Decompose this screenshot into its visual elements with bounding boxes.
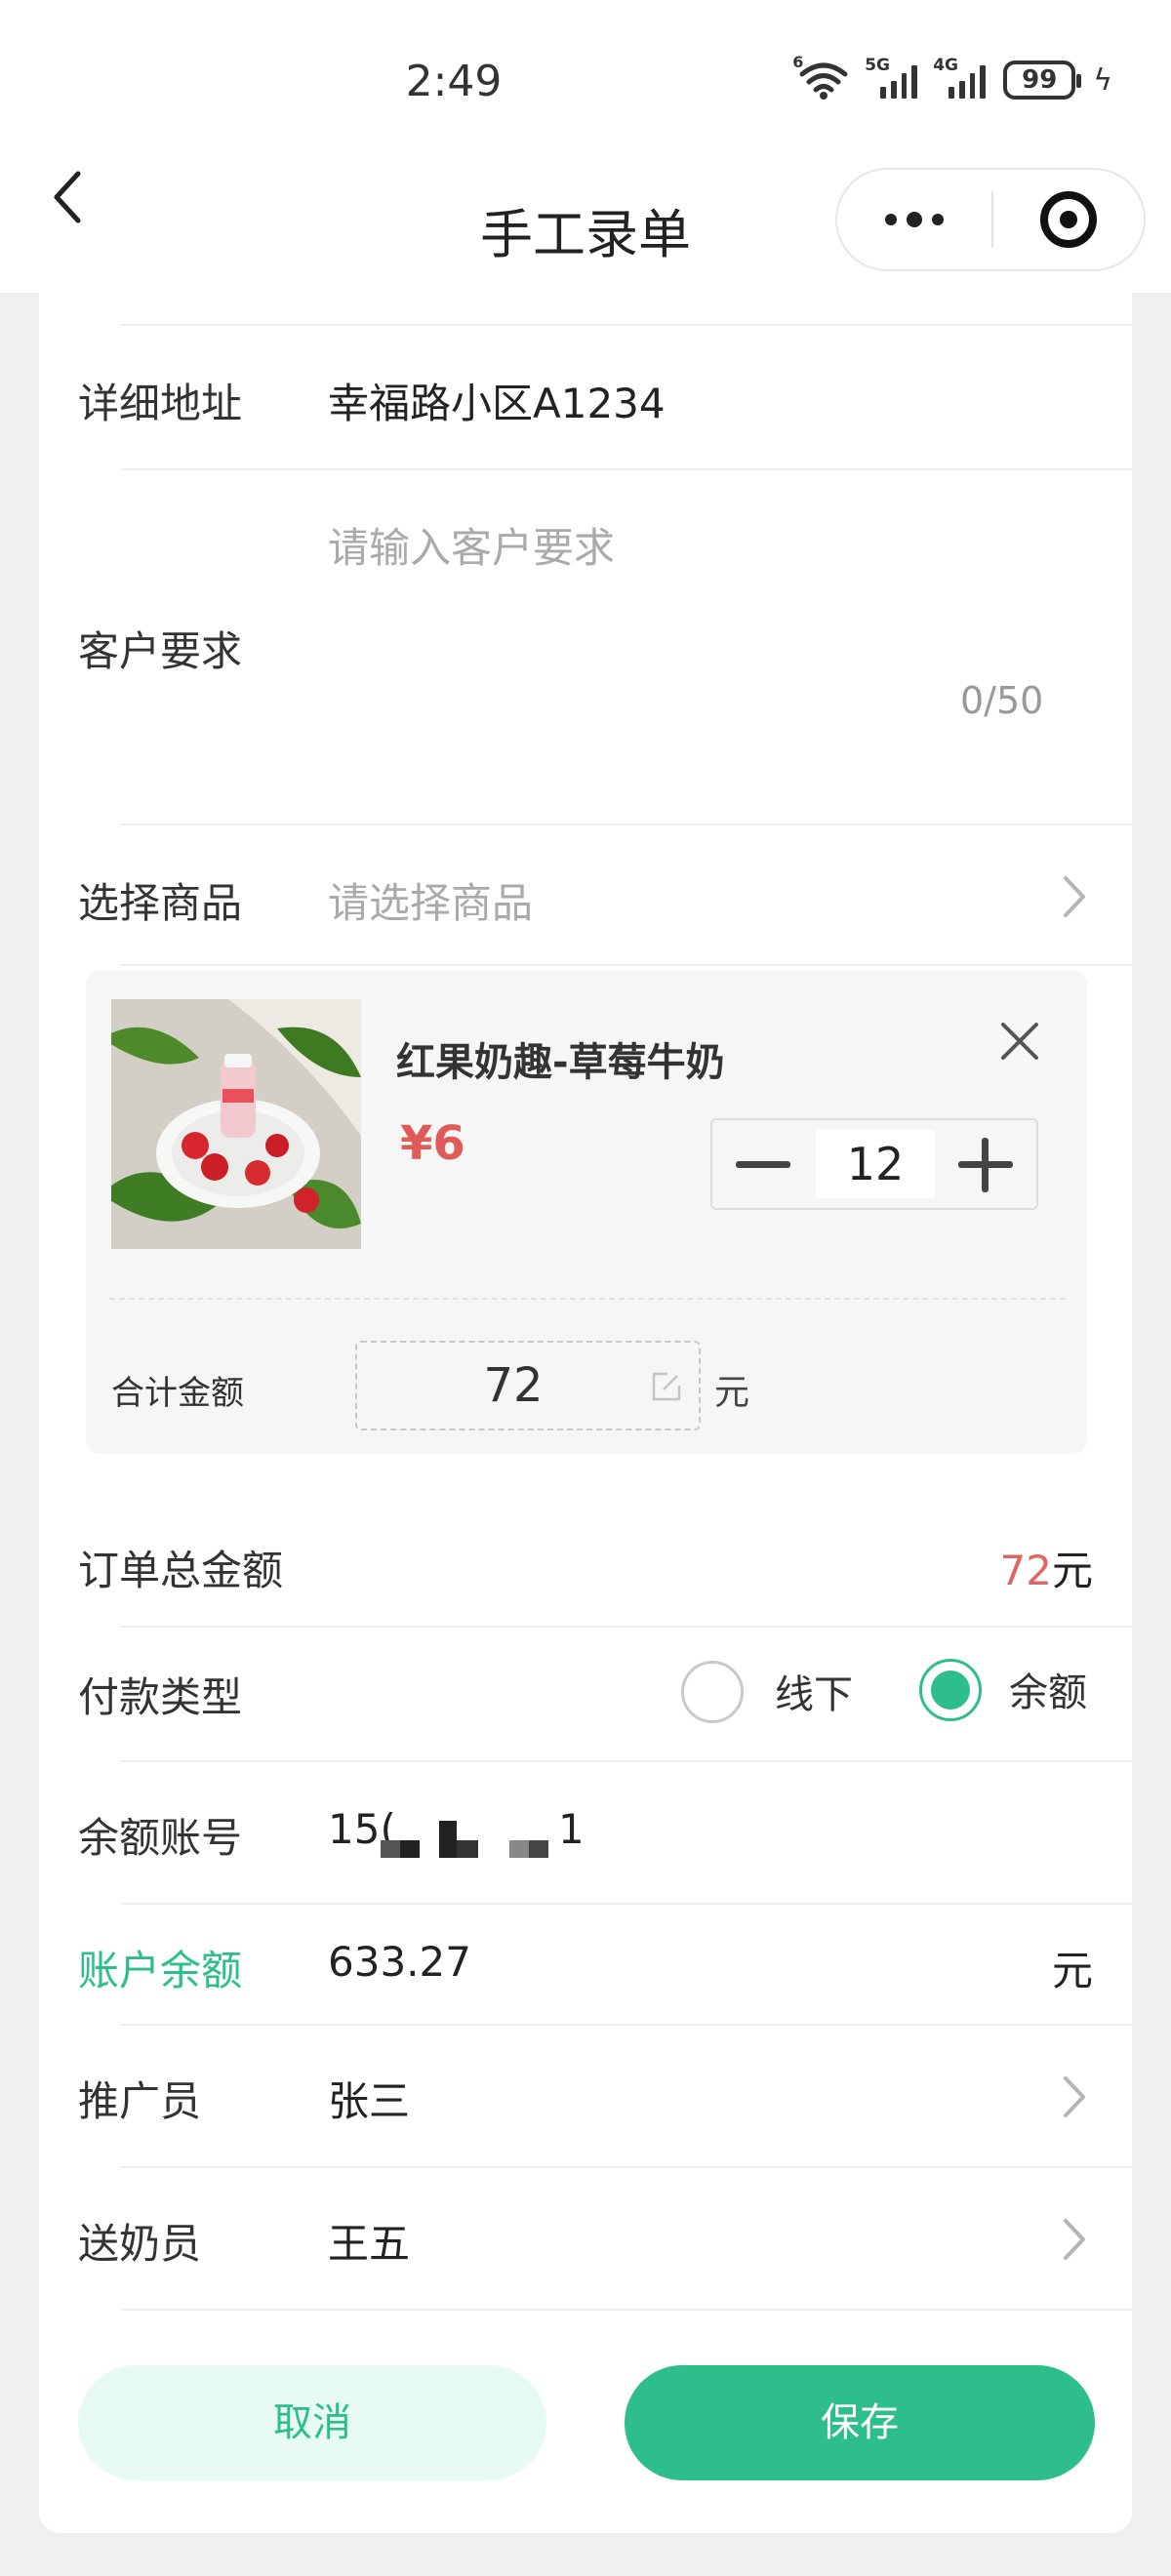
radio-offline-label: 线下 <box>775 1672 853 1717</box>
mini-program-capsule <box>835 168 1146 271</box>
goods-label: 选择商品 <box>78 879 243 927</box>
char-counter: 0/50 <box>960 679 1044 722</box>
signal-5g-icon: 5G <box>865 56 918 99</box>
close-program-icon[interactable] <box>993 170 1144 269</box>
divider <box>121 1903 1132 1905</box>
account-balance-label: 账户余额 <box>78 1947 243 1994</box>
privacy-mask <box>439 1821 457 1858</box>
save-button[interactable]: 保存 <box>625 2365 1095 2480</box>
payment-type-label: 付款类型 <box>78 1673 243 1721</box>
subtotal-label: 合计金额 <box>111 1374 244 1413</box>
charging-icon: ϟ <box>1093 62 1112 98</box>
status-time: 2:49 <box>405 57 503 106</box>
divider <box>121 824 1132 825</box>
remove-product-icon[interactable] <box>995 1017 1044 1066</box>
status-icons: 6 5G 4G 99 ϟ <box>792 53 1112 100</box>
divider <box>121 2024 1132 2026</box>
privacy-mask <box>529 1840 548 1858</box>
dashed-divider <box>109 1298 1066 1300</box>
subtotal-field[interactable]: 72 <box>355 1341 701 1430</box>
divider <box>121 2309 1132 2311</box>
divider <box>121 1626 1132 1628</box>
balance-account-label: 余额账号 <box>78 1814 243 1862</box>
edit-icon <box>650 1370 683 1403</box>
product-price: ¥6 <box>400 1116 465 1171</box>
order-total: 72元 <box>1000 1538 1093 1597</box>
cancel-button[interactable]: 取消 <box>78 2365 546 2480</box>
order-total-label: 订单总金额 <box>78 1547 284 1594</box>
account-value-end: 1 <box>558 1805 585 1853</box>
goods-select[interactable]: 请选择商品 <box>328 870 533 930</box>
requirement-label: 客户要求 <box>78 627 243 675</box>
decrease-button[interactable] <box>712 1120 814 1208</box>
increase-button[interactable] <box>935 1120 1036 1208</box>
promoter-value[interactable]: 张三 <box>328 2069 410 2128</box>
divider <box>121 964 1132 966</box>
battery-icon: 99 <box>1003 60 1082 100</box>
product-image <box>111 999 361 1249</box>
wifi-net-label: 6 <box>792 53 804 71</box>
divider <box>121 468 1132 470</box>
deliverer-value[interactable]: 王五 <box>328 2211 410 2271</box>
divider <box>121 2166 1132 2168</box>
privacy-mask <box>400 1840 420 1858</box>
chevron-right-icon[interactable] <box>1060 2073 1089 2121</box>
address-label: 详细地址 <box>78 380 243 427</box>
product-card: 红果奶趣-草莓牛奶 ¥6 12 合计金额 72 元 <box>86 970 1087 1454</box>
deliverer-label: 送奶员 <box>78 2220 202 2268</box>
subtotal-unit: 元 <box>714 1373 750 1413</box>
more-icon[interactable] <box>837 170 991 269</box>
order-total-unit: 元 <box>1051 1547 1093 1594</box>
radio-offline[interactable] <box>681 1661 744 1723</box>
account-balance-value: 633.27 <box>328 1938 471 1986</box>
privacy-mask <box>457 1840 478 1858</box>
divider <box>121 1760 1132 1762</box>
account-balance-unit: 元 <box>1051 1947 1093 1994</box>
signal-4g-label: 4G <box>933 56 958 75</box>
privacy-mask <box>381 1840 400 1858</box>
status-bar: 2:49 6 5G 4G 99 ϟ <box>0 0 1171 166</box>
address-input[interactable]: 幸福路小区A1234 <box>328 371 666 430</box>
wifi-icon: 6 <box>792 53 849 100</box>
signal-4g-icon: 4G <box>933 56 987 99</box>
requirement-textarea[interactable]: 请输入客户要求 <box>328 515 615 575</box>
promoter-label: 推广员 <box>78 2077 202 2125</box>
order-form-card: 详细地址 幸福路小区A1234 请输入客户要求 客户要求 0/50 选择商品 请… <box>39 289 1132 2533</box>
product-name: 红果奶趣-草莓牛奶 <box>396 1040 725 1085</box>
radio-balance-label: 余额 <box>1009 1670 1087 1715</box>
privacy-mask <box>509 1840 529 1858</box>
chevron-right-icon[interactable] <box>1060 872 1089 921</box>
quantity-input[interactable]: 12 <box>816 1130 935 1198</box>
chevron-right-icon[interactable] <box>1060 2215 1089 2264</box>
quantity-stepper: 12 <box>710 1118 1038 1210</box>
divider <box>121 324 1132 326</box>
radio-balance[interactable] <box>919 1659 982 1721</box>
order-total-value: 72 <box>999 1547 1052 1594</box>
signal-5g-label: 5G <box>865 56 890 75</box>
subtotal-value: 72 <box>483 1358 544 1413</box>
